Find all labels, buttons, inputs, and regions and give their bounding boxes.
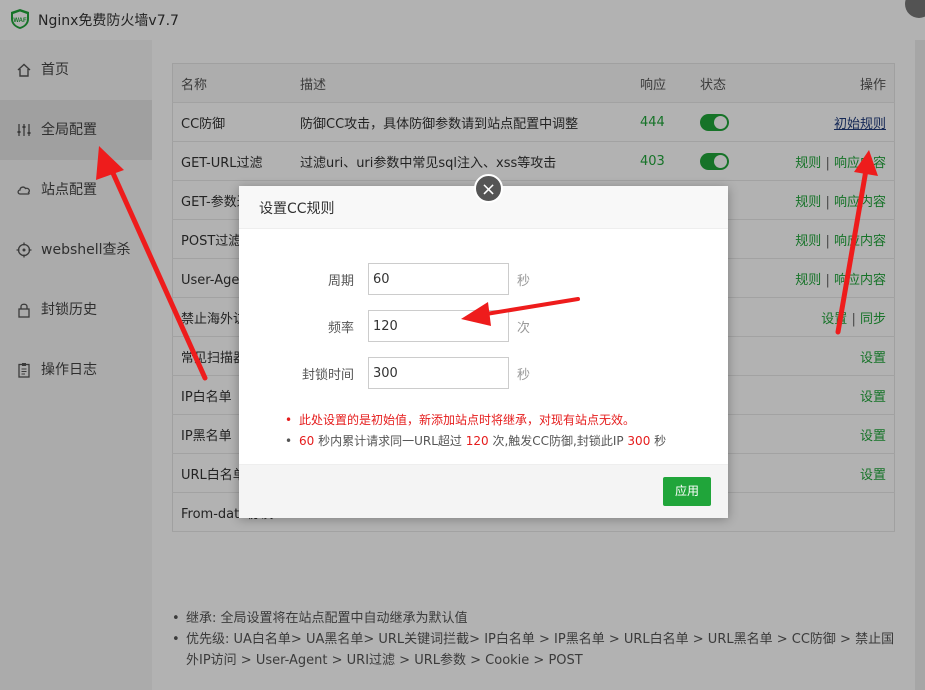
dialog-footer: 应用 xyxy=(239,464,728,518)
cc-rule-dialog: 设置CC规则 周期 秒 频率 次 封锁时间 秒 此处设置的是初始值，新添加站点时… xyxy=(239,186,728,518)
apply-button[interactable]: 应用 xyxy=(663,477,711,506)
block-time-label: 封锁时间 xyxy=(301,368,354,383)
tip-period-value: 60 xyxy=(299,434,315,448)
warning-tip: 此处设置的是初始值，新添加站点时将继承，对现有站点无效。 xyxy=(285,410,666,431)
dialog-title: 设置CC规则 xyxy=(259,201,335,217)
dialog-tips: 此处设置的是初始值，新添加站点时将继承，对现有站点无效。 60 秒内累计请求同一… xyxy=(285,410,666,452)
block-time-input[interactable] xyxy=(368,357,509,389)
period-input[interactable] xyxy=(368,263,509,295)
info-tip: 60 秒内累计请求同一URL超过 120 次,触发CC防御,封锁此IP 300 … xyxy=(285,431,666,452)
field-row-block-time: 封锁时间 秒 xyxy=(239,357,728,389)
frequency-unit: 次 xyxy=(517,321,531,336)
tip-block-value: 300 xyxy=(627,434,651,448)
block-time-unit: 秒 xyxy=(517,368,531,383)
tip-count-value: 120 xyxy=(465,434,489,448)
frequency-input[interactable] xyxy=(368,310,509,342)
dialog-close-button[interactable]: × xyxy=(474,174,503,203)
field-row-frequency: 频率 次 xyxy=(239,310,728,342)
period-label: 周期 xyxy=(327,274,354,289)
period-unit: 秒 xyxy=(517,274,531,289)
frequency-label: 频率 xyxy=(327,321,354,336)
field-row-period: 周期 秒 xyxy=(239,263,728,295)
